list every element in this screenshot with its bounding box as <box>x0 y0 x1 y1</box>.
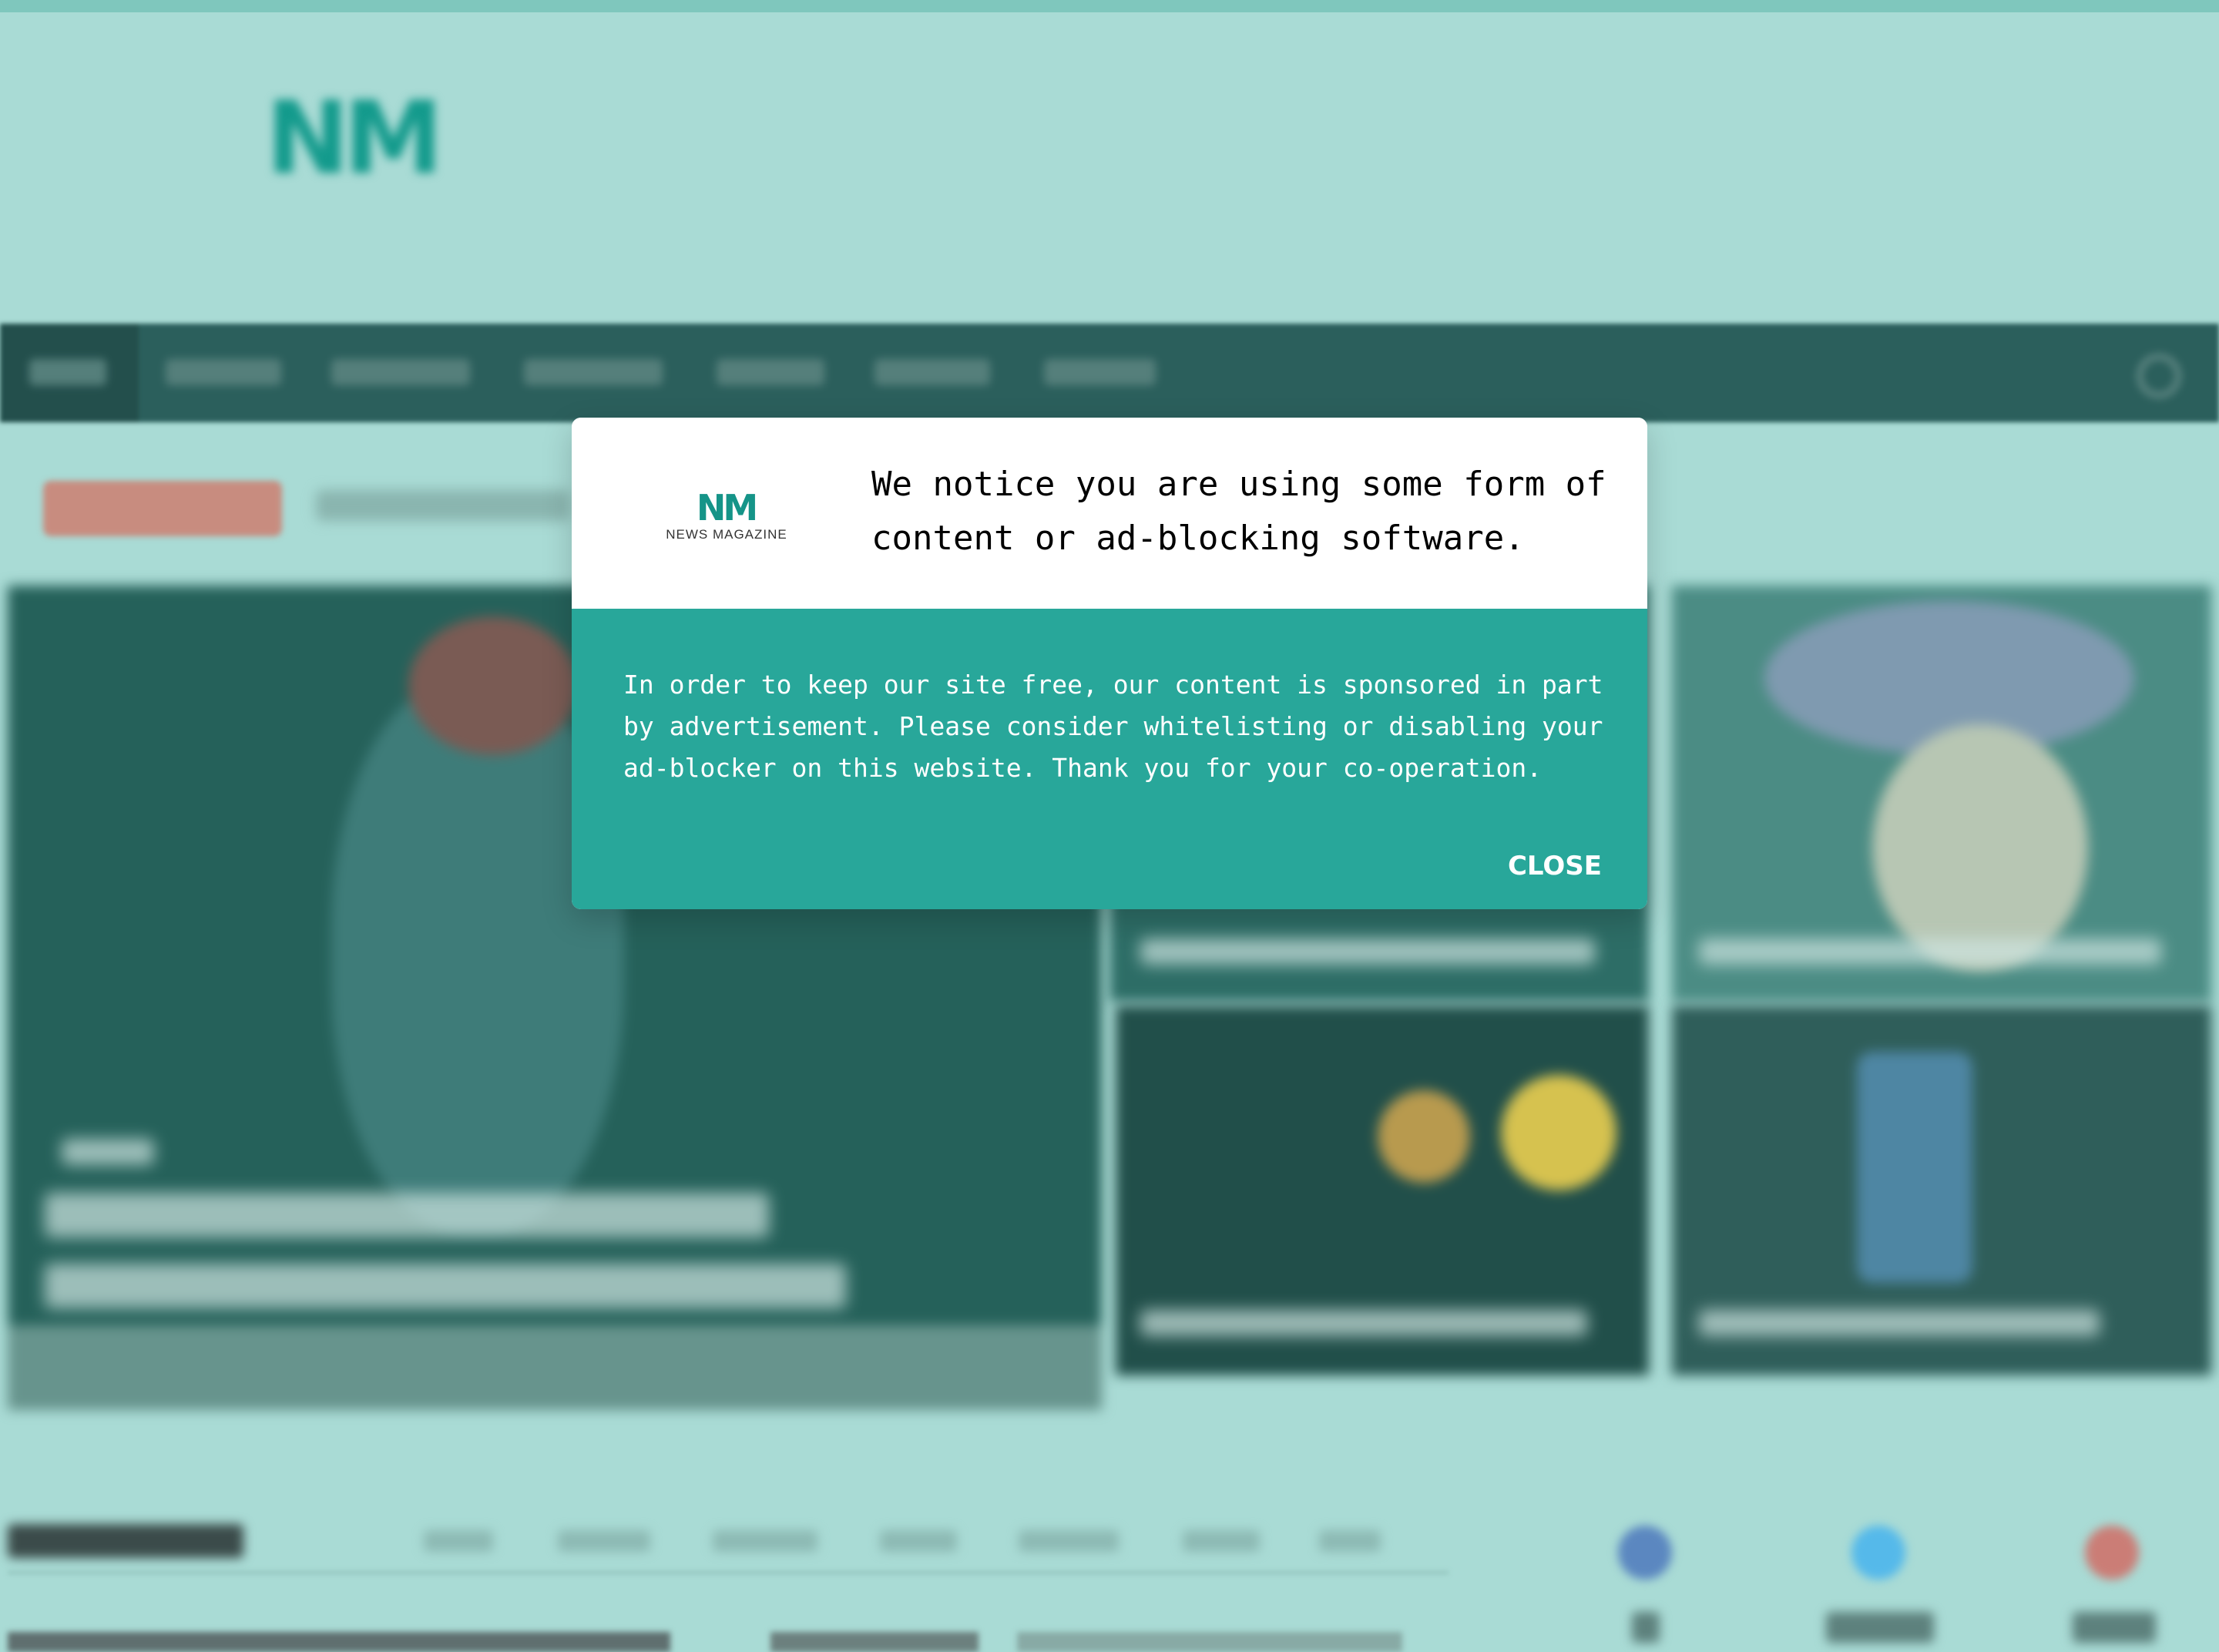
blurred-trending-text <box>316 490 570 521</box>
blurred-story-meta-strip <box>8 1325 1102 1410</box>
blurred-story-caption <box>1140 938 1595 965</box>
blurred-story-caption <box>1140 1310 1587 1336</box>
blurred-story-image <box>1378 1090 1470 1183</box>
blurred-social-count <box>1632 1612 1660 1643</box>
blurred-story-image <box>408 616 578 755</box>
blurred-section-tab <box>713 1530 817 1552</box>
twitter-icon <box>1851 1526 1905 1580</box>
blurred-news-thumbnail <box>770 1632 979 1652</box>
blurred-story-image <box>1501 1075 1616 1190</box>
blurred-section-tab <box>1019 1530 1119 1552</box>
modal-header: NM NEWS MAGAZINE We notice you are using… <box>572 418 1647 609</box>
blurred-news-headline <box>1017 1632 1402 1652</box>
youtube-icon <box>2085 1526 2139 1580</box>
blurred-social-count <box>1826 1612 1934 1643</box>
blurred-story-caption <box>1699 938 2161 965</box>
blurred-section-tab <box>880 1530 957 1552</box>
blurred-news-thumbnail <box>8 1632 670 1652</box>
blurred-nav-item <box>331 359 470 385</box>
blurred-section-tab <box>424 1530 493 1552</box>
blurred-section-tab <box>1183 1530 1260 1552</box>
blurred-story-image <box>1857 1052 1972 1283</box>
section-divider <box>8 1570 1449 1575</box>
blurred-social-count <box>2073 1612 2156 1643</box>
close-button[interactable]: CLOSE <box>1502 848 1607 885</box>
blurred-section-title <box>8 1524 243 1558</box>
blurred-nav-item <box>166 359 281 385</box>
blurred-nav-item <box>29 359 106 385</box>
news-magazine-logo: NM NEWS MAGAZINE <box>653 489 800 550</box>
blurred-nav-item <box>524 359 663 385</box>
logo-mark: NM <box>696 487 758 529</box>
logo-text: NEWS MAGAZINE <box>666 527 787 542</box>
modal-title: We notice you are using some form of con… <box>871 465 1606 558</box>
blurred-category-label <box>62 1139 154 1165</box>
blurred-section-tab <box>558 1530 650 1552</box>
adblock-notice-modal: NM NEWS MAGAZINE We notice you are using… <box>572 418 1647 909</box>
blurred-story-headline <box>45 1264 846 1308</box>
top-accent-bar <box>0 0 2219 12</box>
site-logo: NM <box>266 79 443 196</box>
blurred-nav-item <box>717 359 824 385</box>
blurred-section-tab <box>1319 1530 1381 1552</box>
blurred-story-headline <box>45 1193 769 1237</box>
modal-message: In order to keep our site free, our cont… <box>623 670 1603 783</box>
blurred-nav-item <box>875 359 990 385</box>
search-icon <box>2137 354 2180 398</box>
facebook-icon <box>1618 1526 1672 1580</box>
blurred-nav-item <box>1044 359 1156 385</box>
blurred-trending-badge <box>43 481 282 536</box>
blurred-story-image <box>1872 724 2088 971</box>
modal-body: In order to keep our site free, our cont… <box>572 609 1647 909</box>
blurred-story-caption <box>1699 1310 2100 1336</box>
blurred-main-navigation <box>0 324 2219 422</box>
